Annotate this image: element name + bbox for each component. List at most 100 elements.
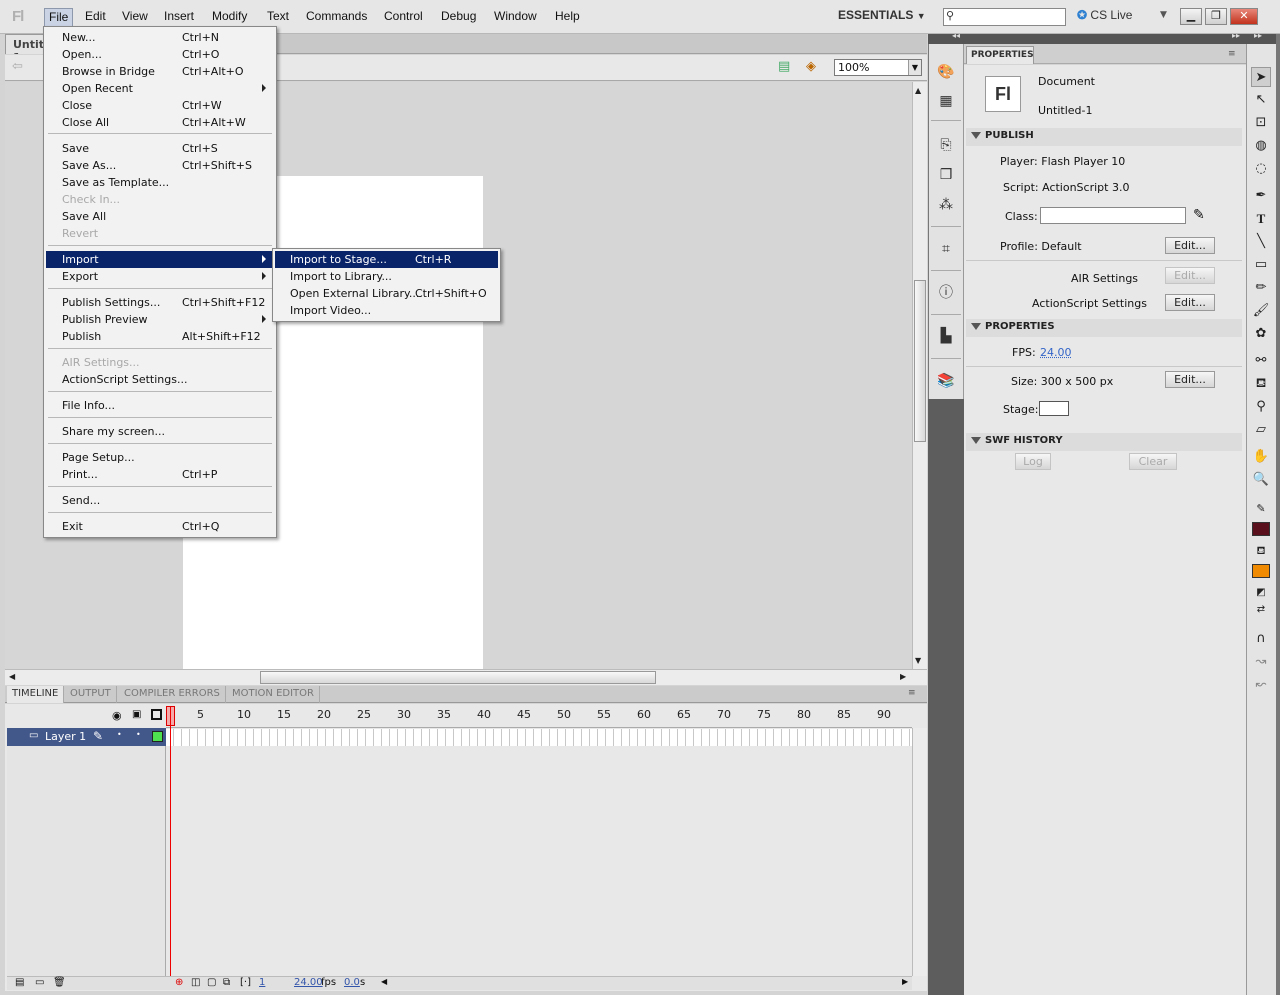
menu-item-save-as[interactable]: Save As... Ctrl+Shift+S (46, 157, 274, 174)
size-edit-button[interactable]: Edit... (1165, 371, 1215, 388)
stroke-color-swatch[interactable] (1252, 522, 1270, 536)
back-arrow-icon[interactable]: ⇦ (12, 59, 23, 74)
menu-edit[interactable]: Edit (85, 9, 106, 23)
layer-color-swatch[interactable] (152, 731, 163, 742)
submenu-item-import-to-stage[interactable]: Import to Stage... Ctrl+R (275, 251, 498, 268)
dock-header[interactable]: ◂◂ (928, 31, 964, 44)
collapse-icon[interactable]: ◂◂ (952, 31, 960, 40)
align-icon[interactable]: ▙ (936, 326, 956, 346)
zoom-tool-icon[interactable]: 🔍 (1251, 470, 1271, 490)
line-tool-icon[interactable]: ╲ (1251, 232, 1271, 252)
brush-tool-icon[interactable]: 🖌 (1251, 301, 1271, 321)
submenu-item-open-external-library[interactable]: Open External Library... Ctrl+Shift+O (275, 285, 498, 302)
scroll-left-icon[interactable]: ◀ (9, 672, 15, 681)
menu-item-save-all[interactable]: Save All (46, 208, 274, 225)
new-layer-icon[interactable]: ▤ (15, 977, 24, 988)
menu-item-save[interactable]: Save Ctrl+S (46, 140, 274, 157)
swatches-icon[interactable]: ▦ (936, 91, 956, 111)
transform-icon[interactable]: ⌗ (936, 239, 956, 259)
color-panel-icon[interactable]: 🎨 (936, 62, 956, 82)
menu-debug[interactable]: Debug (441, 9, 476, 23)
section-publish[interactable]: PUBLISH (966, 128, 1242, 146)
zoom-select[interactable]: 100% ▼ (834, 59, 922, 76)
edit-multiple-frames-icon[interactable]: ⧉ (223, 977, 230, 988)
close-window-button[interactable]: ✕ (1230, 8, 1258, 25)
restore-button[interactable]: ❐ (1205, 8, 1227, 25)
tab-motion-editor[interactable]: MOTION EDITOR (227, 686, 320, 703)
library-icon[interactable]: 📚 (936, 371, 956, 391)
tab-compiler-errors[interactable]: COMPILER ERRORS (119, 686, 226, 703)
document-tab[interactable]: Untitled-1 (5, 34, 47, 54)
expand-icon[interactable]: ▸▸ (1254, 31, 1262, 40)
text-tool-icon[interactable]: T (1251, 209, 1271, 229)
scroll-right-icon[interactable]: ▶ (900, 672, 906, 681)
scroll-right-icon[interactable]: ▶ (902, 977, 908, 986)
edit-symbols-icon[interactable]: ◈ (806, 59, 816, 74)
menu-item-export[interactable]: Export (46, 268, 274, 285)
expand-icon[interactable]: ▸▸ (1232, 31, 1240, 40)
panel-menu-icon[interactable]: ≡ (1228, 49, 1236, 59)
eye-icon[interactable]: ◉ (112, 709, 122, 722)
info-icon[interactable]: ⓘ (936, 283, 956, 303)
cs-live-button[interactable]: ✪ CS Live (1077, 8, 1132, 22)
class-input[interactable] (1040, 207, 1186, 224)
scroll-left-icon[interactable]: ◀ (381, 977, 387, 986)
pencil-icon[interactable]: ✎ (1193, 207, 1205, 223)
menu-item-import[interactable]: Import (46, 251, 274, 268)
frame-cells[interactable] (166, 729, 912, 746)
section-properties[interactable]: PROPERTIES (966, 319, 1242, 337)
menu-item-close[interactable]: Close Ctrl+W (46, 97, 274, 114)
cs-live-dropdown-icon[interactable]: ▼ (1160, 10, 1167, 20)
tab-timeline[interactable]: TIMELINE (7, 686, 65, 703)
tools-header[interactable]: ▸▸ (1246, 31, 1280, 44)
menu-item-open[interactable]: Open... Ctrl+O (46, 46, 274, 63)
stage-vertical-scroll-thumb[interactable] (914, 280, 926, 442)
pen-tool-icon[interactable]: ✒ (1251, 186, 1271, 206)
section-swf-history[interactable]: SWF HISTORY (966, 433, 1242, 451)
lasso-tool-icon[interactable]: ◌ (1251, 159, 1271, 179)
hand-tool-icon[interactable]: ✋ (1251, 447, 1271, 467)
paint-bucket-tool-icon[interactable]: ⛾ (1251, 374, 1271, 394)
menu-insert[interactable]: Insert (164, 9, 194, 23)
onion-skin-icon[interactable]: ◫ (191, 977, 200, 988)
menu-help[interactable]: Help (555, 9, 580, 23)
scroll-down-icon[interactable]: ▼ (915, 656, 921, 665)
playhead[interactable] (170, 707, 171, 977)
tab-properties[interactable]: PROPERTIES (966, 46, 1034, 64)
lock-icon[interactable]: ▣ (132, 709, 141, 720)
selection-tool-icon[interactable]: ➤ (1251, 67, 1271, 87)
menu-commands[interactable]: Commands (306, 9, 367, 23)
current-frame[interactable]: 1 (259, 977, 265, 988)
menu-item-new[interactable]: New... Ctrl+N (46, 29, 274, 46)
eraser-tool-icon[interactable]: ▱ (1251, 420, 1271, 440)
rectangle-tool-icon[interactable]: ▭ (1251, 255, 1271, 275)
components-icon[interactable]: ❒ (936, 165, 956, 185)
new-folder-icon[interactable]: ▭ (35, 977, 44, 988)
menu-item-save-as-template[interactable]: Save as Template... (46, 174, 274, 191)
subselection-tool-icon[interactable]: ↖ (1251, 90, 1271, 110)
submenu-item-import-video[interactable]: Import Video... (275, 302, 498, 319)
chevron-down-icon[interactable]: ▼ (908, 60, 921, 75)
menu-item-exit[interactable]: Exit Ctrl+Q (46, 518, 274, 535)
motion-presets-icon[interactable]: ⁂ (936, 195, 956, 215)
stage-horizontal-scroll-thumb[interactable] (260, 671, 656, 684)
menu-view[interactable]: View (122, 9, 148, 23)
menu-file[interactable]: File (44, 8, 74, 27)
outline-icon[interactable] (151, 709, 162, 720)
profile-edit-button[interactable]: Edit... (1165, 237, 1215, 254)
help-search-input[interactable]: ⚲ (943, 8, 1066, 26)
fps-value[interactable]: 24.00 (1040, 346, 1072, 359)
menu-item-close-all[interactable]: Close All Ctrl+Alt+W (46, 114, 274, 131)
menu-modify[interactable]: Modify (212, 9, 247, 23)
pencil-tool-icon[interactable]: ✏ (1251, 278, 1271, 298)
deco-tool-icon[interactable]: ✿ (1251, 324, 1271, 344)
menu-item-open-recent[interactable]: Open Recent (46, 80, 274, 97)
actionscript-settings-edit-button[interactable]: Edit... (1165, 294, 1215, 311)
menu-item-send[interactable]: Send... (46, 492, 274, 509)
eyedropper-tool-icon[interactable]: ⚲ (1251, 397, 1271, 417)
layer-row[interactable]: ▭ Layer 1 ✎ • • (7, 728, 166, 746)
center-frame-icon[interactable]: ⊕ (175, 977, 183, 988)
3d-rotation-tool-icon[interactable]: ◍ (1251, 136, 1271, 156)
lock-dot-icon[interactable]: • (136, 730, 141, 739)
menu-item-share-my-screen[interactable]: Share my screen... (46, 423, 274, 440)
